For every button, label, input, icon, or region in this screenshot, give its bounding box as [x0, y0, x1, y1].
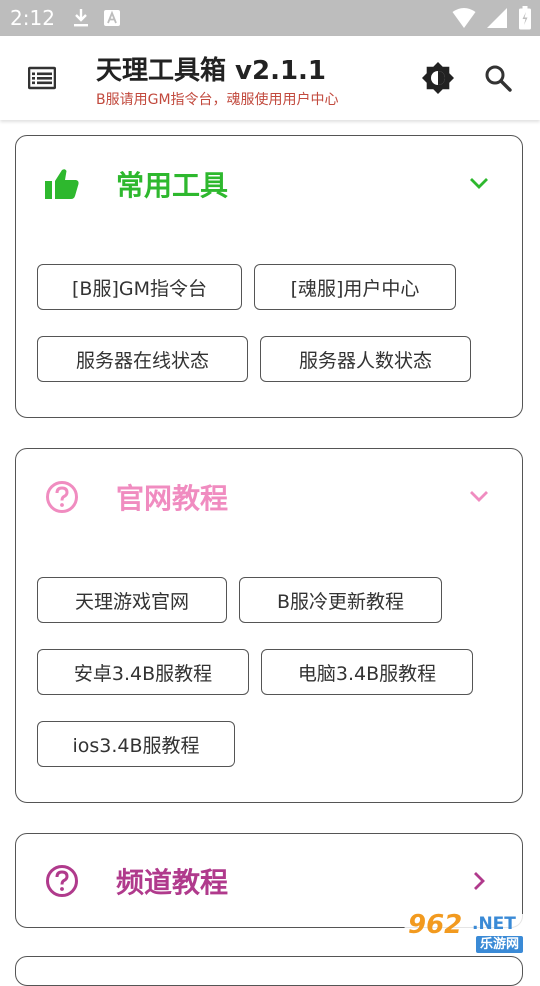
wifi-icon: [452, 7, 476, 29]
menu-button[interactable]: [22, 62, 62, 94]
section-header-official-tutorials[interactable]: 官网教程: [16, 449, 522, 545]
cold-update-tutorial-button[interactable]: B服冷更新教程: [239, 577, 442, 623]
help-circle-icon: [42, 861, 82, 901]
section-card-official-tutorials: 官网教程 天理游戏官网 B服冷更新教程 安卓3.4B服教程 电脑3.4B服教程 …: [15, 448, 523, 803]
ios-tutorial-button[interactable]: ios3.4B服教程: [37, 721, 235, 767]
watermark-logo: 962 .NET 乐游网: [400, 910, 536, 956]
theme-toggle-button[interactable]: [418, 58, 458, 98]
gm-console-button[interactable]: [B服]GM指令台: [37, 264, 242, 310]
status-bar: 2:12: [0, 0, 540, 36]
user-center-button[interactable]: [魂服]用户中心: [254, 264, 456, 310]
section-title: 频道教程: [116, 866, 229, 899]
section-title: 常用工具: [116, 169, 229, 202]
brightness-icon: [421, 61, 455, 95]
font-app-icon: [103, 9, 121, 27]
search-icon: [484, 64, 512, 92]
section-card-common-tools: 常用工具 [B服]GM指令台 [魂服]用户中心 服务器在线状态 服务器人数状态: [15, 135, 523, 418]
app-bar: 天理工具箱 v2.1.1 B服请用GM指令台，魂服使用用户中心: [0, 36, 540, 120]
thumbs-up-icon: [42, 164, 82, 204]
chevron-right-icon: [464, 866, 494, 896]
signal-icon: [486, 7, 508, 29]
chevron-down-icon: [464, 168, 494, 198]
list-menu-icon: [28, 66, 56, 90]
status-time: 2:12: [10, 6, 55, 30]
download-icon: [71, 7, 91, 29]
watermark-suffix: .NET: [472, 914, 516, 934]
search-button[interactable]: [478, 58, 518, 98]
app-title: 天理工具箱 v2.1.1: [96, 56, 327, 86]
official-site-button[interactable]: 天理游戏官网: [37, 577, 227, 623]
help-circle-icon: [42, 477, 82, 517]
pc-tutorial-button[interactable]: 电脑3.4B服教程: [261, 649, 473, 695]
chevron-down-icon: [464, 481, 494, 511]
app-subtitle: B服请用GM指令台，魂服使用用户中心: [96, 92, 339, 108]
watermark-caption: 乐游网: [476, 936, 524, 953]
server-online-status-button[interactable]: 服务器在线状态: [37, 336, 248, 382]
section-header-common-tools[interactable]: 常用工具: [16, 136, 522, 232]
android-tutorial-button[interactable]: 安卓3.4B服教程: [37, 649, 249, 695]
watermark-number: 962: [408, 910, 463, 940]
battery-icon: [518, 6, 532, 30]
section-card-partial: [15, 956, 523, 986]
server-player-count-button[interactable]: 服务器人数状态: [260, 336, 471, 382]
section-title: 官网教程: [116, 482, 229, 515]
